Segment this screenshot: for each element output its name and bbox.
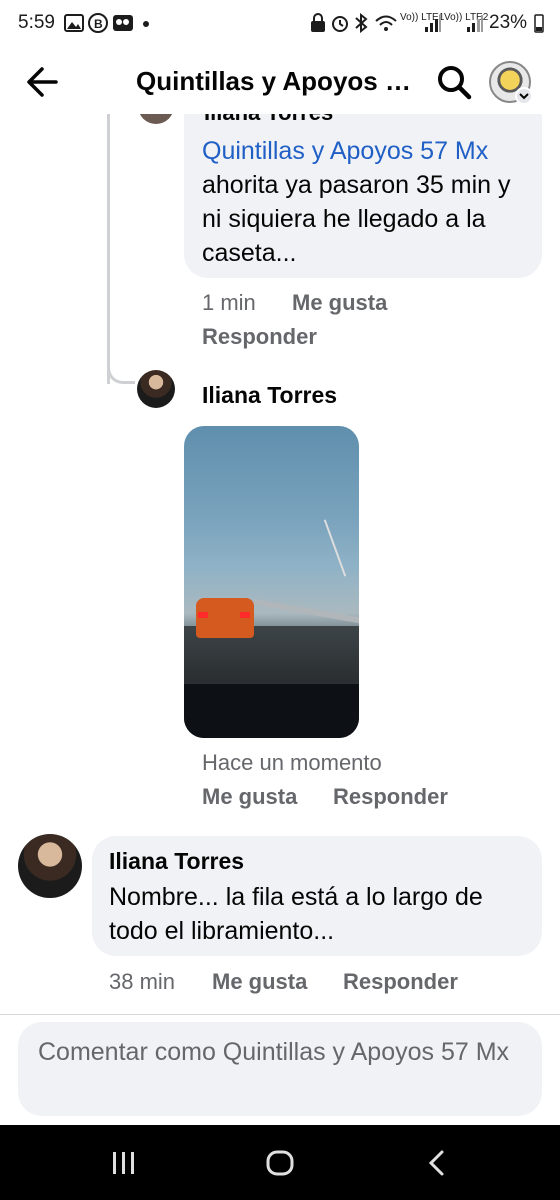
page-title: Quintillas y Apoyos 57 Mx [136, 66, 416, 96]
arrow-left-icon [27, 67, 58, 97]
comment-author[interactable]: Iliana Torres [109, 848, 244, 875]
divider [0, 1014, 560, 1015]
home-icon [266, 1150, 294, 1176]
comment-input[interactable]: Comentar como Quintillas y Apoyos 57 Mx [18, 1022, 542, 1116]
reply-button[interactable]: Responder [333, 784, 448, 810]
app-header: Quintillas y Apoyos 57 Mx [0, 50, 560, 114]
comment-author[interactable]: Iliana Torres [202, 382, 337, 409]
battery-percent: 23% [489, 12, 528, 33]
tail-l [198, 612, 208, 618]
signal-1-icon [425, 15, 441, 32]
comment-body: ahorita ya pasaron 35 min y ni siquiera … [202, 171, 511, 267]
voicemail-icon [113, 15, 133, 31]
tail-r [240, 612, 250, 618]
search-button[interactable] [434, 62, 474, 102]
search-icon [438, 66, 472, 100]
car [196, 598, 254, 638]
bluetooth-icon [355, 13, 368, 33]
avatar[interactable] [138, 114, 174, 124]
comment-time: Hace un momento [202, 750, 382, 775]
b-app-icon: B [88, 13, 108, 33]
rail [254, 598, 359, 624]
battery-icon [534, 14, 544, 33]
dash [184, 682, 359, 738]
back-nav-button[interactable] [418, 1147, 458, 1179]
like-button[interactable]: Me gusta [292, 290, 387, 316]
dot-icon [143, 21, 149, 27]
comment-time: 38 min [109, 969, 176, 994]
recent-apps-button[interactable] [104, 1147, 144, 1179]
svg-text:B: B [94, 17, 103, 31]
thread-connector [107, 114, 110, 384]
page-profile-avatar[interactable] [489, 61, 533, 105]
signal-2-icon [467, 15, 483, 32]
reply-button[interactable]: Responder [343, 969, 458, 995]
chevron-down-icon [515, 87, 533, 105]
system-nav-bar [0, 1125, 560, 1200]
comment-text: Quintillas y Apoyos 57 Mx ahorita ya pas… [202, 134, 532, 270]
alarm-icon [332, 16, 348, 32]
comment-time: 1 min [202, 290, 256, 315]
mention-link[interactable]: Quintillas y Apoyos 57 Mx [202, 137, 488, 165]
comment-text: Nombre... la fila está a lo largo de tod… [109, 883, 483, 945]
thread-connector-curve [107, 354, 135, 384]
avatar[interactable] [137, 370, 175, 408]
status-bar: 5:59 B Vo)) LTE1 Vo)) LTE2 23% [0, 0, 560, 50]
wifi-icon [375, 15, 397, 31]
back-button[interactable] [22, 62, 66, 102]
home-button[interactable] [260, 1147, 300, 1179]
avatar[interactable] [18, 834, 82, 898]
like-button[interactable]: Me gusta [202, 784, 297, 810]
comment-photo[interactable] [184, 426, 359, 738]
chevron-left-icon [428, 1150, 444, 1176]
status-time: 5:59 [18, 12, 55, 33]
lock-icon [311, 13, 325, 32]
recent-apps-icon [113, 1152, 134, 1174]
comment-author[interactable]: Iliana Torres [204, 114, 333, 126]
tower [323, 519, 347, 577]
like-button[interactable]: Me gusta [212, 969, 307, 995]
comments-thread: Iliana Torres Quintillas y Apoyos 57 Mx … [0, 114, 560, 1014]
gallery-icon [64, 14, 84, 32]
reply-button[interactable]: Responder [202, 324, 317, 350]
